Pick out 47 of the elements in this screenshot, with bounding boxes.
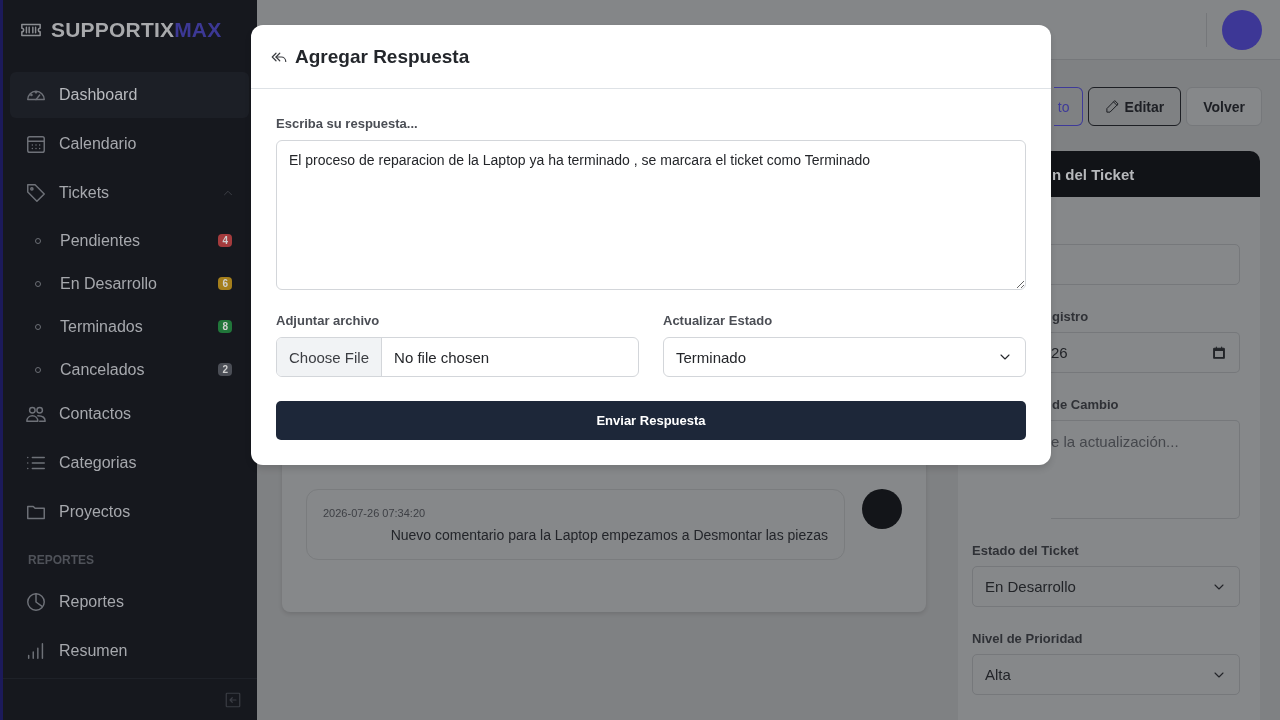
pie-chart-icon — [25, 591, 47, 613]
action-button[interactable]: Editar — [1087, 87, 1182, 126]
app-logo: SUPPORTIXMAX — [51, 18, 222, 42]
action-button[interactable]: Volver — [1186, 87, 1262, 126]
sidebar-item[interactable]: Tickets — [10, 170, 249, 216]
calendar-icon — [25, 133, 47, 155]
dropdown[interactable]: En Desarrollo — [972, 566, 1240, 607]
sidebar-item[interactable]: Resumen — [10, 628, 249, 674]
pencil-icon — [1104, 99, 1120, 114]
collapse-icon[interactable] — [224, 690, 242, 709]
user-avatar[interactable] — [1222, 9, 1262, 50]
submit-button[interactable]: Enviar Respuesta — [276, 401, 1026, 440]
count-badge: 2 — [218, 363, 232, 376]
sidebar-item[interactable]: Contactos — [10, 391, 249, 437]
count-badge: 8 — [218, 320, 232, 333]
sidebar-item[interactable]: En Desarrollo 6 — [10, 262, 249, 305]
date-field[interactable]: 26 — [1051, 332, 1240, 373]
comment-time: 2026-07-26 07:34:20 — [323, 507, 427, 519]
calendar-icon — [1211, 344, 1227, 361]
count-badge: 6 — [218, 277, 232, 290]
sidebar-item[interactable]: Proyectos — [10, 489, 249, 535]
answer-field[interactable]: El proceso de reparacion de la Laptop ya ha terminado , se marcara el ticket como Terminado — [276, 140, 1026, 290]
field-label: Estado del Ticket — [972, 543, 1080, 558]
dialog-title: Agregar Respuesta — [295, 45, 470, 68]
field-label: de Cambio — [1051, 397, 1120, 412]
file-field[interactable]: Choose File No file chosen — [276, 337, 639, 377]
section-heading: REPORTES — [27, 552, 95, 569]
sidebar-item[interactable]: Dashboard — [10, 72, 249, 118]
field-label: Adjuntar archivo — [276, 313, 381, 328]
sidebar-item[interactable]: Reportes — [10, 579, 249, 625]
file-status: No file chosen — [393, 348, 490, 366]
sidebar-item[interactable]: Terminados 8 — [10, 305, 249, 348]
field-label: Actualizar Estado — [663, 313, 774, 328]
field-label: Nivel de Prioridad — [972, 631, 1084, 646]
dropdown[interactable]: Alta — [972, 654, 1240, 695]
count-badge: 4 — [218, 234, 232, 247]
sidebar-item[interactable]: Pendientes 4 — [10, 219, 249, 262]
tag-icon — [25, 182, 47, 204]
sidebar-item[interactable]: Calendario — [10, 121, 249, 167]
field-label: Escriba su respuesta... — [276, 116, 419, 131]
sidebar-item[interactable]: Cancelados 2 — [10, 348, 249, 391]
user-avatar — [862, 489, 902, 529]
field-label: gistro — [1051, 309, 1090, 324]
status-dropdown[interactable]: Terminado — [663, 337, 1026, 377]
choose-file-button[interactable]: Choose File — [277, 338, 383, 376]
sidebar-item[interactable]: Categorias — [10, 440, 249, 486]
comment-text: Nuevo comentario para la Laptop empezamos a Desmontar las piezas — [389, 527, 828, 543]
